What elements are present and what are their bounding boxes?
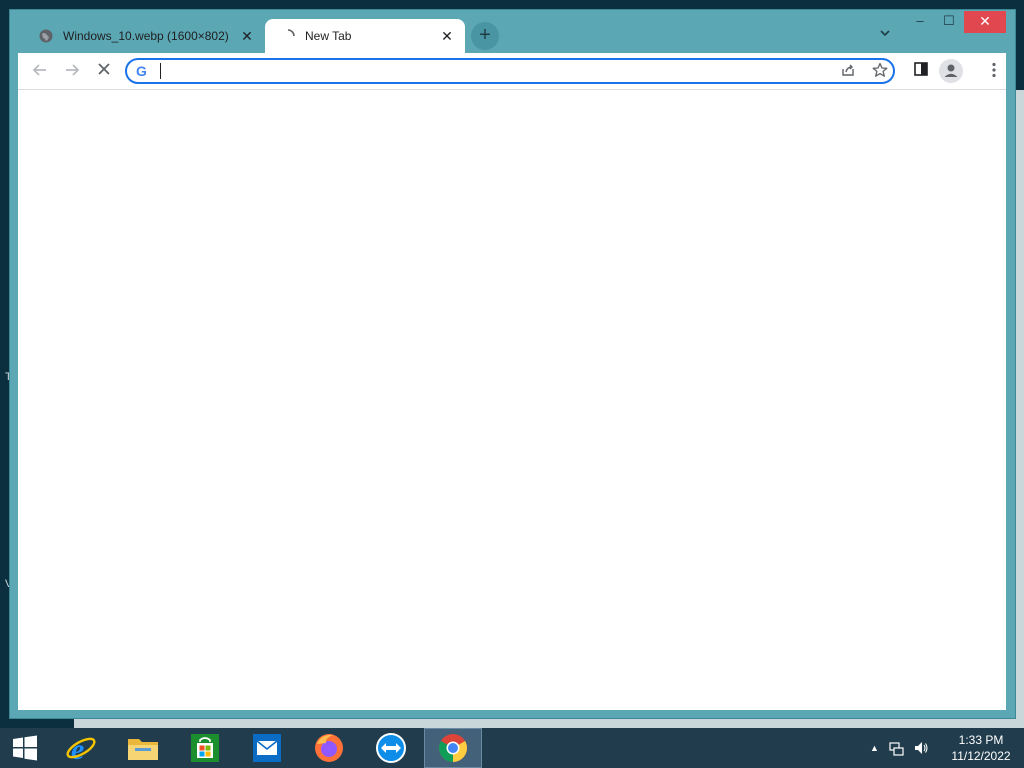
store-bag-icon [191,734,219,762]
arrow-left-icon [32,64,46,76]
taskbar-clock[interactable]: 1:33 PM 11/12/2022 [945,732,1017,764]
firefox-icon [315,734,343,762]
svg-text:e: e [71,733,84,764]
taskbar: e ▲ 1:33 PM 11/12/2022 [0,728,1024,768]
teamviewer-icon [376,733,406,763]
tab-new-tab[interactable]: New Tab ✕ [265,19,465,53]
profile-avatar-icon[interactable] [939,59,963,83]
text-caret [160,63,161,79]
start-button[interactable] [0,728,50,768]
network-icon[interactable] [889,740,905,756]
close-window-button[interactable]: ✕ [964,11,1006,33]
taskbar-mail[interactable] [238,728,296,768]
taskbar-chrome[interactable] [424,728,482,768]
side-panel-icon [914,62,928,76]
page-content [18,90,1006,710]
taskbar-store[interactable] [176,728,234,768]
close-icon [98,63,110,75]
maximize-button[interactable]: ☐ [934,11,964,33]
mail-icon [253,734,281,762]
windows-logo-icon [13,735,37,761]
chrome-icon [439,734,467,762]
tab-close-icon[interactable]: ✕ [239,28,255,45]
kebab-menu-icon[interactable] [984,61,1004,81]
loading-spinner-icon [287,29,295,37]
taskbar-internet-explorer[interactable]: e [52,728,110,768]
arrow-right-icon [66,64,80,76]
minimize-button[interactable]: ‒ [906,11,934,33]
taskbar-firefox[interactable] [300,728,358,768]
background-window-edge [74,718,1018,728]
tab-windows-10-webp[interactable]: Windows_10.webp (1600×802) ✕ [27,19,265,53]
background-window-edge [1016,90,1024,728]
chevron-up-icon[interactable]: ▲ [870,743,879,753]
address-bar[interactable]: G [125,58,895,84]
forward-button[interactable] [62,61,82,81]
volume-icon[interactable] [913,740,929,756]
star-icon[interactable] [870,62,890,82]
new-tab-button[interactable]: + [471,22,499,50]
stop-loading-button[interactable] [94,61,114,81]
tab-close-icon[interactable]: ✕ [439,28,455,45]
browser-toolbar: G [18,53,1006,90]
browser-window: Windows_10.webp (1600×802) ✕ New Tab ✕ +… [10,10,1015,718]
folder-icon [128,739,158,760]
side-panel-button[interactable] [911,61,931,81]
tab-title: New Tab [305,29,352,43]
globe-icon [39,29,53,43]
google-g-icon: G [136,63,147,79]
share-icon[interactable] [838,62,858,82]
back-button[interactable] [30,61,50,81]
taskbar-file-explorer[interactable] [114,728,172,768]
tab-search-chevron-icon[interactable] [876,26,894,44]
address-input[interactable] [159,61,823,83]
clock-time: 1:33 PM [958,733,1004,747]
clock-date: 11/12/2022 [951,749,1011,763]
tab-title: Windows_10.webp (1600×802) [63,29,229,43]
taskbar-teamviewer[interactable] [362,728,420,768]
system-tray: ▲ [870,728,929,768]
ie-icon: e [66,733,96,764]
